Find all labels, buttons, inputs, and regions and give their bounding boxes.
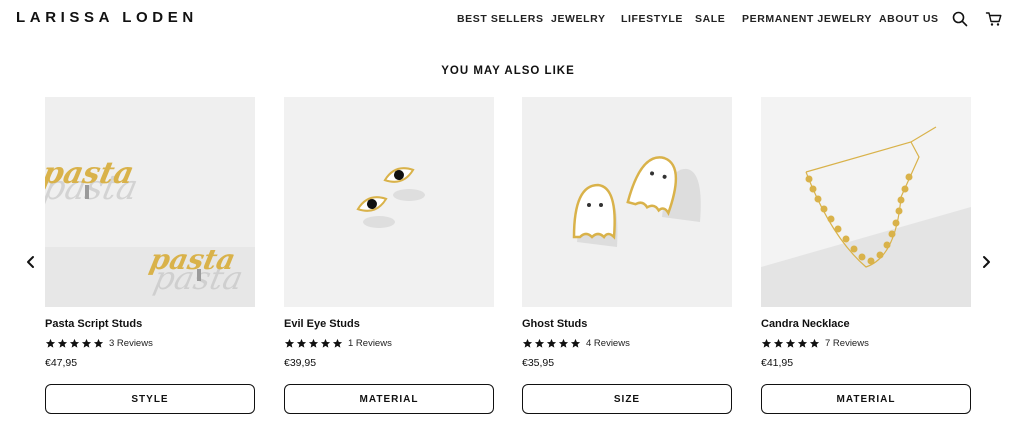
cart-icon[interactable]	[985, 10, 1003, 28]
site-header: LARISSA LODEN BEST SELLERS JEWELRY LIFES…	[0, 0, 1024, 40]
product-card: pasta pasta pasta pasta Pasta Script Stu…	[45, 97, 255, 414]
nav-item-jewelry[interactable]: JEWELRY	[551, 13, 606, 25]
nav-item-lifestyle[interactable]: LIFESTYLE	[621, 13, 683, 25]
product-image[interactable]: pasta pasta pasta pasta	[45, 97, 255, 307]
star-icon	[284, 338, 295, 348]
stars	[761, 338, 820, 349]
chevron-left-icon	[27, 256, 34, 268]
star-icon	[797, 338, 808, 348]
svg-text:pasta: pasta	[147, 242, 239, 276]
nav-item-about-us[interactable]: ABOUT US	[879, 13, 939, 25]
svg-text:pasta: pasta	[45, 156, 137, 191]
candra-necklace-image	[761, 97, 971, 307]
product-price: €39,95	[284, 357, 317, 369]
stars	[522, 338, 581, 349]
stars	[284, 338, 343, 349]
evil-eye-studs-image	[284, 97, 494, 307]
star-icon	[558, 338, 569, 348]
option-button-material[interactable]: MATERIAL	[761, 384, 971, 414]
star-icon	[761, 338, 772, 348]
product-price: €41,95	[761, 357, 794, 369]
product-card: Evil Eye Studs 1 Reviews €39,95 MATERIAL	[284, 97, 494, 414]
section-title: YOU MAY ALSO LIKE	[441, 65, 575, 77]
product-title[interactable]: Candra Necklace	[761, 318, 971, 330]
option-button-style[interactable]: STYLE	[45, 384, 255, 414]
review-count[interactable]: 4 Reviews	[586, 338, 630, 349]
star-icon	[522, 338, 533, 348]
star-icon	[320, 338, 331, 348]
product-rating: 4 Reviews	[522, 337, 732, 349]
brand-logo[interactable]: LARISSA LODEN	[16, 9, 198, 26]
nav-item-permanent-jewelry[interactable]: PERMANENT JEWELRY	[742, 13, 872, 25]
product-rating: 1 Reviews	[284, 337, 494, 349]
star-icon	[81, 338, 92, 348]
star-icon	[69, 338, 80, 348]
carousel-next-button[interactable]	[977, 253, 995, 271]
product-price: €35,95	[522, 357, 555, 369]
star-icon	[546, 338, 557, 348]
product-title[interactable]: Pasta Script Studs	[45, 318, 255, 330]
ghost-studs-image	[522, 97, 732, 307]
star-icon	[308, 338, 319, 348]
option-button-material[interactable]: MATERIAL	[284, 384, 494, 414]
product-title[interactable]: Ghost Studs	[522, 318, 732, 330]
product-card: Ghost Studs 4 Reviews €35,95 SIZE	[522, 97, 732, 414]
star-icon	[570, 338, 581, 348]
star-icon	[93, 338, 104, 348]
product-price: €47,95	[45, 357, 78, 369]
review-count[interactable]: 1 Reviews	[348, 338, 392, 349]
star-icon	[57, 338, 68, 348]
star-icon	[45, 338, 56, 348]
pasta-studs-image: pasta pasta pasta pasta	[45, 97, 255, 307]
product-image[interactable]	[522, 97, 732, 307]
star-icon	[809, 338, 820, 348]
option-button-size[interactable]: SIZE	[522, 384, 732, 414]
product-title[interactable]: Evil Eye Studs	[284, 318, 494, 330]
review-count[interactable]: 7 Reviews	[825, 338, 869, 349]
chevron-right-icon	[983, 256, 990, 268]
carousel-prev-button[interactable]	[22, 253, 40, 271]
star-icon	[534, 338, 545, 348]
star-icon	[773, 338, 784, 348]
nav-item-best-sellers[interactable]: BEST SELLERS	[457, 13, 544, 25]
star-icon	[296, 338, 307, 348]
review-count[interactable]: 3 Reviews	[109, 338, 153, 349]
product-image[interactable]	[761, 97, 971, 307]
star-icon	[332, 338, 343, 348]
star-icon	[785, 338, 796, 348]
product-rating: 7 Reviews	[761, 337, 971, 349]
product-rating: 3 Reviews	[45, 337, 255, 349]
product-card: Candra Necklace 7 Reviews €41,95 MATERIA…	[761, 97, 971, 414]
nav-item-sale[interactable]: SALE	[695, 13, 725, 25]
search-icon[interactable]	[951, 10, 969, 28]
product-image[interactable]	[284, 97, 494, 307]
stars	[45, 338, 104, 349]
